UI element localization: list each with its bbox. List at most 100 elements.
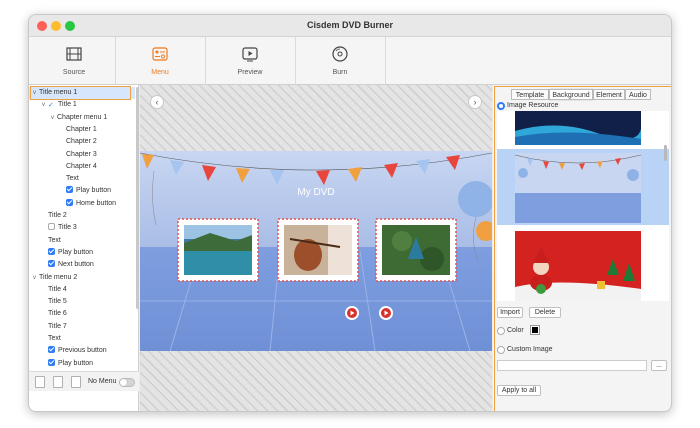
tree-row[interactable]: Title 3 xyxy=(29,222,135,234)
tree-row-label: Chapter menu 1 xyxy=(57,113,108,121)
visibility-checkbox[interactable] xyxy=(66,186,73,194)
tree-row[interactable]: Play button xyxy=(29,247,135,259)
tree-row[interactable]: Title 7 xyxy=(29,321,135,333)
tree-row-label: Text xyxy=(48,236,61,244)
tree-row-label: Title 3 xyxy=(58,224,77,232)
tree-row-label: Chapter 2 xyxy=(66,138,97,146)
no-menu-toggle[interactable] xyxy=(119,378,135,387)
play-icon xyxy=(242,47,258,62)
tree-row-label: Title 5 xyxy=(48,298,67,306)
tab-audio[interactable]: Audio xyxy=(625,89,651,100)
menu-tree-panel: v Title menu 1 v ✓ Title 1 v Chapter menu 1 Cha… xyxy=(29,85,139,411)
toolbar-burn-button[interactable]: Burn xyxy=(295,37,385,85)
tree-row-label: Chapter 3 xyxy=(66,150,97,158)
visibility-checkbox[interactable]: ✓ xyxy=(48,100,55,109)
delete-button[interactable]: Delete xyxy=(529,307,561,318)
title-thumbnail-3[interactable] xyxy=(375,218,457,282)
visibility-checkbox[interactable] xyxy=(48,223,55,231)
tree-row-label: Title 7 xyxy=(48,322,67,330)
tree-row[interactable]: v Title menu 1 xyxy=(29,87,135,99)
no-menu-label: No Menu xyxy=(88,378,117,385)
toolbar-burn-label: Burn xyxy=(332,69,348,76)
tree-row[interactable]: Play button xyxy=(29,358,135,370)
tree-row[interactable]: Title 4 xyxy=(29,284,135,296)
tree-row-label: Home button xyxy=(76,199,117,207)
visibility-checkbox[interactable] xyxy=(48,247,55,255)
tree-row-label: Title menu 2 xyxy=(39,273,78,281)
tree-row[interactable]: Text xyxy=(29,333,135,345)
window-title: Cisdem DVD Burner xyxy=(306,20,394,30)
tree-row-label: Title 2 xyxy=(48,212,67,219)
tree-row-label: Title 1 xyxy=(58,101,77,109)
title-thumbnail-2[interactable] xyxy=(277,218,359,282)
duplicate-page-icon[interactable] xyxy=(53,376,63,388)
toolbar: Source Menu Preview Burn xyxy=(29,37,671,85)
toolbar-preview-button[interactable]: Preview xyxy=(205,37,295,85)
import-button[interactable]: Import xyxy=(497,307,523,318)
tree-row-label: Play button xyxy=(58,248,94,256)
tree-row-label: Title menu 1 xyxy=(39,89,78,96)
tree-row[interactable]: v ✓ Title 1 xyxy=(29,99,135,111)
color-swatch[interactable] xyxy=(530,325,540,335)
background-option-3[interactable] xyxy=(515,231,641,301)
tree-row[interactable]: Chapter 1 xyxy=(29,124,135,136)
disc-icon xyxy=(332,46,348,62)
tree-row[interactable]: Text xyxy=(29,173,135,185)
toolbar-menu-button[interactable]: Menu xyxy=(115,37,205,85)
properties-panel: Template Background Element Audio Image … xyxy=(493,85,671,411)
menu-preview[interactable]: My DVD xyxy=(140,151,492,351)
menu-canvas-area: ‹ › My DVD xyxy=(140,85,492,411)
menu-title-text[interactable]: My DVD xyxy=(297,187,334,198)
background-option-2-selected[interactable] xyxy=(514,153,642,223)
toolbar-preview-label: Preview xyxy=(237,69,263,76)
tree-row-label: Play button xyxy=(58,359,94,367)
next-page-button[interactable]: › xyxy=(468,95,482,109)
image-resource-label: Image Resource xyxy=(507,102,559,109)
tree-row[interactable]: Previous button xyxy=(29,345,135,357)
tree-row[interactable]: Title 2 xyxy=(29,210,135,222)
tree-row[interactable]: Title 6 xyxy=(29,308,135,320)
tree-row[interactable]: Chapter 2 xyxy=(29,136,135,148)
tree-row[interactable]: Text xyxy=(29,235,135,247)
tree-row[interactable]: Play button xyxy=(29,185,135,197)
tab-background[interactable]: Background xyxy=(549,89,593,100)
tree-scrollbar[interactable] xyxy=(136,87,139,309)
menu-play-button[interactable] xyxy=(345,306,359,320)
visibility-checkbox[interactable] xyxy=(66,198,73,206)
tree-row-label: Chapter 4 xyxy=(66,162,97,170)
custom-image-path-field[interactable] xyxy=(497,360,647,371)
title-thumbnail-1[interactable] xyxy=(177,218,259,282)
app-window: Cisdem DVD Burner Source Menu Preview Bu… xyxy=(28,14,672,412)
apply-to-all-button[interactable]: Apply to all xyxy=(497,385,541,396)
tree-row[interactable]: v Title menu 2 xyxy=(29,272,135,284)
tree-row[interactable]: Title 5 xyxy=(29,296,135,308)
tree-row-label: Chapter 1 xyxy=(66,125,97,133)
image-resource-radio[interactable] xyxy=(497,102,505,110)
background-thumbnail-list[interactable] xyxy=(497,111,669,301)
tree-row-label: Title 4 xyxy=(48,285,67,293)
tab-element[interactable]: Element xyxy=(593,89,625,100)
menu-next-button[interactable] xyxy=(379,306,393,320)
prev-page-button[interactable]: ‹ xyxy=(150,95,164,109)
add-page-icon[interactable] xyxy=(35,376,45,388)
background-option-1[interactable] xyxy=(515,111,641,145)
tree-row-label: Previous button xyxy=(58,347,107,355)
visibility-checkbox[interactable] xyxy=(48,358,55,366)
remove-page-icon[interactable] xyxy=(71,376,81,388)
tree-row[interactable]: Chapter 3 xyxy=(29,149,135,161)
toolbar-source-button[interactable]: Source xyxy=(29,37,119,85)
tree-row[interactable]: Chapter 4 xyxy=(29,161,135,173)
visibility-checkbox[interactable] xyxy=(48,260,55,268)
tree-row[interactable]: Next button xyxy=(29,259,135,271)
background-list-scrollbar[interactable] xyxy=(664,145,667,161)
custom-image-radio[interactable] xyxy=(497,346,505,354)
tab-template[interactable]: Template xyxy=(511,89,549,100)
browse-button[interactable]: ... xyxy=(651,360,667,371)
visibility-checkbox[interactable] xyxy=(48,346,55,354)
tree-row[interactable]: Home button xyxy=(29,198,135,210)
toolbar-source-label: Source xyxy=(62,69,86,76)
tree-row-label: Text xyxy=(48,335,61,342)
title-bar: Cisdem DVD Burner xyxy=(29,15,671,37)
color-radio[interactable] xyxy=(497,327,505,335)
tree-row[interactable]: v Chapter menu 1 xyxy=(29,112,135,124)
